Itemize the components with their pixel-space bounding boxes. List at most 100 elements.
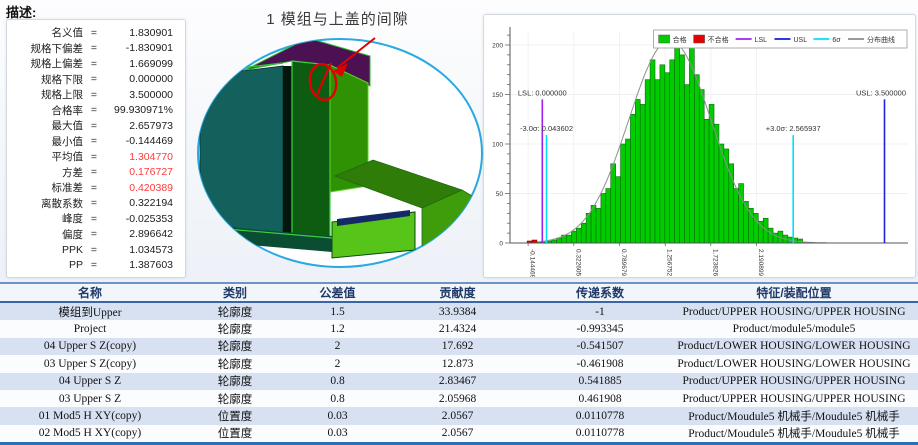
stat-value: 0.322194 — [129, 197, 173, 210]
contribution-table: 名称 类别 公差值 贡献度 传递系数 特征/装配位置 模组到Upper 轮廓度 1.5 33.9… — [0, 282, 918, 445]
stat-row: 规格下限 = 0.000000 — [11, 72, 179, 88]
equals-sign: = — [90, 73, 98, 86]
stat-label: 平均值 — [51, 151, 84, 164]
table-row[interactable]: 04 Upper S Z 轮廓度 0.8 2.83467 0.541885 Product… — [0, 372, 918, 390]
table-cell: Project — [73, 323, 107, 336]
svg-text:1.723826: 1.723826 — [711, 249, 718, 276]
stat-label: 规格下偏差 — [30, 42, 84, 55]
table-cell: 03 Upper S Z(copy) — [43, 357, 137, 370]
table-cell: 2 — [334, 340, 341, 353]
table-cell: 0.0110778 — [575, 410, 625, 423]
stat-row: 规格上限 = 3.500000 — [11, 87, 179, 103]
stat-value: -0.144469 — [125, 135, 173, 148]
stat-value: 0.000000 — [129, 73, 173, 86]
table-cell: 2.0567 — [441, 427, 474, 440]
column-header[interactable]: 类别 — [180, 283, 290, 303]
plus-3sigma-line-label: +3.0σ: 2.565937 — [766, 124, 821, 133]
table-cell: Product/UPPER HOUSING/UPPER HOUSING — [682, 392, 906, 405]
stat-value: 1.034573 — [129, 243, 173, 256]
legend-label: 分布曲线 — [867, 35, 895, 44]
table-row[interactable]: 01 Mod5 H XY(copy) 位置度 0.03 2.0567 0.0110778… — [0, 407, 918, 425]
table-cell: 2.0567 — [441, 410, 474, 423]
table-cell: 01 Mod5 H XY(copy) — [38, 410, 142, 423]
table-row[interactable]: 02 Mod5 H XY(copy) 位置度 0.03 2.0567 0.0110778… — [0, 424, 918, 443]
table-cell: 33.9384 — [438, 305, 477, 318]
equals-sign: = — [90, 104, 98, 117]
stat-value: 1.304770 — [129, 150, 173, 163]
stat-row: 最大值 = 2.657973 — [11, 118, 179, 134]
cad-canvas — [190, 0, 485, 282]
stat-value: 3.500000 — [129, 88, 173, 101]
svg-text:-0.144469: -0.144469 — [529, 249, 536, 277]
stat-value: 0.420389 — [129, 181, 173, 194]
column-header[interactable]: 名称 — [0, 283, 180, 303]
svg-text:2.190899: 2.190899 — [757, 249, 764, 276]
table-cell: 17.692 — [441, 340, 474, 353]
histogram-bars — [526, 37, 803, 244]
stat-label: 标准差 — [51, 182, 84, 195]
table-row[interactable]: 03 Upper S Z(copy) 轮廓度 2 12.873 -0.461908 Pro… — [0, 355, 918, 373]
table-cell: 1.2 — [330, 323, 345, 336]
minus-3sigma-line-label: -3.0σ: 0.043602 — [520, 124, 573, 133]
table-cell: 轮廓度 — [217, 341, 253, 354]
table-cell: 0.0110778 — [575, 427, 625, 440]
table-cell: 04 Upper S Z(copy) — [43, 340, 137, 353]
equals-sign: = — [90, 119, 98, 132]
equals-sign: = — [90, 57, 98, 70]
stat-value: 2.896642 — [129, 228, 173, 241]
table-header: 名称 类别 公差值 贡献度 传递系数 特征/装配位置 — [0, 283, 918, 303]
equals-sign: = — [90, 150, 98, 163]
table-row[interactable]: 模组到Upper 轮廓度 1.5 33.9384 -1 Product/UPPER HOU… — [0, 302, 918, 321]
equals-sign: = — [90, 212, 98, 225]
table-cell: 2.05968 — [438, 392, 477, 405]
statistics-panel: 名义值 = 1.830901 规格下偏差 = -1.830901 规格上偏差 = 1.66909… — [6, 19, 186, 278]
stat-value: 99.930971% — [114, 104, 173, 117]
column-header[interactable]: 公差值 — [290, 283, 385, 303]
stat-value: 1.669099 — [129, 57, 173, 70]
table-cell: 0.541885 — [578, 375, 622, 388]
table-cell: -0.461908 — [576, 357, 624, 370]
equals-sign: = — [90, 88, 98, 101]
cad-3d-svg — [197, 37, 483, 268]
svg-text:200: 200 — [492, 42, 503, 49]
stat-label: PPK — [61, 243, 83, 256]
table-cell: 2 — [334, 357, 341, 370]
column-header[interactable]: 特征/装配位置 — [670, 283, 918, 303]
table-row[interactable]: Project 轮廓度 1.2 21.4324 -0.993345 Product/mod… — [0, 320, 918, 338]
column-header[interactable]: 传递系数 — [530, 283, 670, 303]
table-cell: 03 Upper S Z — [58, 392, 122, 405]
table-cell: 04 Upper S Z — [58, 375, 122, 388]
legend-label: 不合格 — [708, 35, 729, 44]
measurement-title: 1 模组与上盖的间隙 — [266, 11, 409, 28]
stat-label: 偏度 — [62, 228, 83, 241]
stat-row: 偏度 = 2.896642 — [11, 227, 179, 243]
stat-row: 离散系数 = 0.322194 — [11, 196, 179, 212]
legend-label: 6σ — [832, 37, 841, 44]
table-cell: 轮廓度 — [217, 358, 253, 371]
equals-sign: = — [90, 26, 98, 39]
table-cell: Product/LOWER HOUSING/LOWER HOUSING — [677, 357, 911, 370]
left-teal-panel — [199, 65, 284, 237]
stat-label: PP — [68, 259, 83, 272]
table-cell: 位置度 — [217, 428, 253, 441]
stat-label: 最小值 — [51, 135, 84, 148]
stat-label: 离散系数 — [41, 197, 83, 210]
stat-row: 合格率 = 99.930971% — [11, 103, 179, 119]
table-row[interactable]: 03 Upper S Z 轮廓度 0.8 2.05968 0.461908 Product… — [0, 389, 918, 408]
stat-value: 0.176727 — [129, 166, 173, 179]
table-row[interactable]: 04 Upper S Z(copy) 轮廓度 2 17.692 -0.541507 Pro… — [0, 337, 918, 356]
gap-column — [283, 66, 292, 240]
stat-label: 最大值 — [51, 120, 84, 133]
stat-row: 标准差 = 0.420389 — [11, 180, 179, 196]
table-cell: -0.541507 — [576, 340, 624, 353]
stat-row: 最小值 = -0.144469 — [11, 134, 179, 150]
table-cell: 轮廓度 — [217, 306, 253, 319]
svg-text:0.789679: 0.789679 — [620, 249, 627, 276]
table-cell: 0.03 — [327, 410, 348, 423]
legend-label: 合格 — [673, 35, 687, 44]
column-header[interactable]: 贡献度 — [385, 283, 530, 303]
table-cell: 0.03 — [327, 427, 348, 440]
stat-row: 规格上偏差 = 1.669099 — [11, 56, 179, 72]
stat-row: 名义值 = 1.830901 — [11, 25, 179, 41]
cad-annotation-view: 1 模组与上盖的间隙 — [190, 0, 485, 282]
